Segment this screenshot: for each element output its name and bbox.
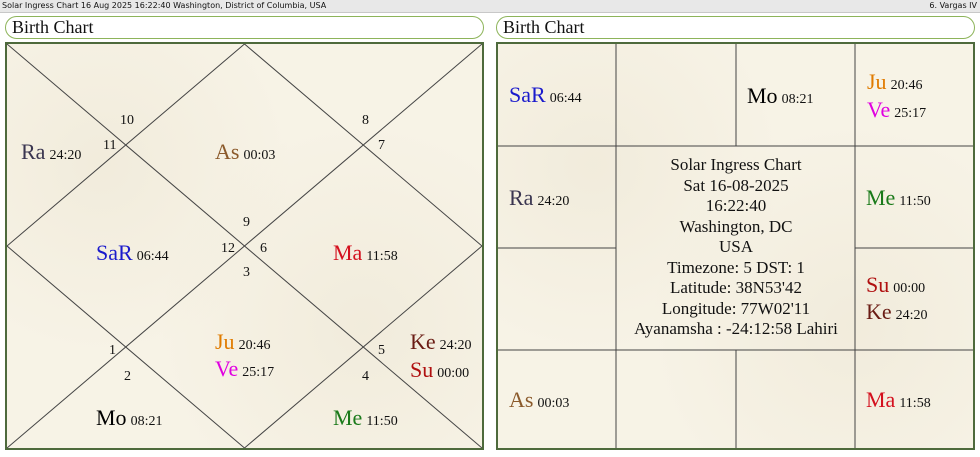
planet-ascendant-name: As [215, 139, 240, 164]
planet-moon-degree: 08:21 [130, 414, 163, 429]
planet-mars-name: Ma [333, 240, 363, 265]
south-planet-moon-name: Mo [747, 83, 778, 108]
south-planet-mars-degree: 11:58 [899, 396, 931, 411]
south-planet-sun[interactable]: Su 00:00 [866, 274, 925, 296]
planet-mercury-name: Me [333, 405, 363, 430]
planet-rahu[interactable]: Ra 24:20 [21, 141, 81, 163]
north-chart-panel: Birth Chart 1 2 3 4 5 6 7 8 9 10 11 12 R… [4, 15, 487, 452]
south-planet-venus-degree: 25:17 [894, 106, 927, 121]
north-chart-title: Birth Chart [5, 16, 484, 39]
house-number-4: 4 [362, 369, 369, 384]
info-time: 16:22:40 [705, 196, 767, 215]
south-planet-ascendant[interactable]: As 00:03 [509, 389, 569, 411]
planet-mercury-degree: 11:50 [366, 414, 398, 429]
house-number-8: 8 [362, 113, 369, 128]
planet-venus-name: Ve [215, 356, 239, 381]
house-number-9: 9 [243, 215, 250, 230]
south-planet-ketu-name: Ke [866, 299, 892, 324]
planet-jupiter-degree: 20:46 [238, 338, 271, 353]
info-place: Washington, DC [679, 216, 793, 236]
info-date: Sat 16-08-2025 [683, 175, 789, 195]
info-timezone: Timezone: 5 DST: 1 [667, 257, 805, 277]
planet-sun[interactable]: Su 00:00 [410, 359, 469, 381]
south-planet-ketu-degree: 24:20 [895, 308, 928, 323]
south-planet-saturn-r[interactable]: SaR 06:44 [509, 84, 582, 106]
south-planet-sun-degree: 00:00 [893, 281, 926, 296]
chart-caption: Solar Ingress Chart 16 Aug 2025 16:22:40… [2, 1, 327, 10]
south-planet-mars-name: Ma [866, 387, 896, 412]
planet-moon[interactable]: Mo 08:21 [96, 407, 162, 429]
south-chart-panel: Birth Chart SaR 06:44 Mo 08:21 Ju 20:46 … [495, 15, 976, 452]
north-chart-lines [7, 44, 482, 448]
planet-saturn-r-name: SaR [96, 240, 133, 265]
varga-selector[interactable]: 6. Vargas IV [929, 0, 977, 12]
planet-ketu-name: Ke [410, 329, 436, 354]
south-planet-jupiter-degree: 20:46 [890, 78, 923, 93]
planet-jupiter-name: Ju [215, 329, 235, 354]
house-number-7: 7 [378, 138, 385, 153]
south-planet-rahu[interactable]: Ra 24:20 [509, 187, 569, 209]
info-latitude: Latitude: 38N53'42 [670, 278, 802, 297]
planet-sun-degree: 00:00 [437, 366, 470, 381]
house-number-1: 1 [109, 343, 116, 358]
info-longitude: Longitude: 77W02'11 [661, 298, 811, 318]
title-bar: Solar Ingress Chart 16 Aug 2025 16:22:40… [0, 0, 980, 13]
south-planet-moon[interactable]: Mo 08:21 [747, 85, 813, 107]
south-planet-mercury-name: Me [866, 185, 896, 210]
south-planet-jupiter-name: Ju [867, 69, 887, 94]
south-planet-saturn-r-name: SaR [509, 82, 546, 107]
chart-info-block: Solar Ingress Chart Sat 16-08-2025 16:22… [616, 146, 856, 350]
planet-moon-name: Mo [96, 405, 127, 430]
house-number-3: 3 [243, 265, 250, 280]
planet-ketu[interactable]: Ke 24:20 [410, 331, 472, 353]
planet-jupiter[interactable]: Ju 20:46 [215, 331, 270, 353]
south-planet-moon-degree: 08:21 [781, 92, 814, 107]
south-planet-rahu-degree: 24:20 [537, 194, 570, 209]
south-planet-sun-name: Su [866, 272, 890, 297]
house-number-10: 10 [120, 113, 134, 128]
house-number-12: 12 [221, 241, 235, 256]
south-chart-title: Birth Chart [496, 16, 975, 39]
house-number-6: 6 [260, 241, 267, 256]
south-planet-rahu-name: Ra [509, 185, 534, 210]
south-planet-ascendant-degree: 00:03 [537, 396, 570, 411]
south-planet-mercury[interactable]: Me 11:50 [866, 187, 931, 209]
planet-mars-degree: 11:58 [366, 249, 398, 264]
south-planet-mars[interactable]: Ma 11:58 [866, 389, 931, 411]
house-number-5: 5 [378, 343, 385, 358]
info-chart-type: Solar Ingress Chart [670, 155, 802, 174]
planet-saturn-r-degree: 06:44 [136, 249, 169, 264]
info-ayanamsha: Ayanamsha : -24:12:58 Lahiri [634, 319, 838, 338]
south-planet-saturn-r-degree: 06:44 [549, 91, 582, 106]
planet-mars[interactable]: Ma 11:58 [333, 242, 398, 264]
planet-venus-degree: 25:17 [242, 365, 275, 380]
house-number-11: 11 [103, 138, 117, 153]
south-planet-mercury-degree: 11:50 [899, 194, 931, 209]
south-chart-board[interactable]: SaR 06:44 Mo 08:21 Ju 20:46 Ve 25:17 Ra … [496, 42, 975, 450]
planet-rahu-name: Ra [21, 139, 46, 164]
south-planet-ascendant-name: As [509, 387, 534, 412]
north-chart-board[interactable]: 1 2 3 4 5 6 7 8 9 10 11 12 Ra 24:20 As 0… [5, 42, 484, 450]
planet-mercury[interactable]: Me 11:50 [333, 407, 398, 429]
south-planet-jupiter[interactable]: Ju 20:46 [867, 71, 922, 93]
planet-ketu-degree: 24:20 [439, 338, 472, 353]
planet-ascendant-degree: 00:03 [243, 148, 276, 163]
house-number-2: 2 [124, 369, 131, 384]
south-planet-venus[interactable]: Ve 25:17 [867, 99, 926, 121]
south-planet-ketu[interactable]: Ke 24:20 [866, 301, 928, 323]
info-country: USA [718, 237, 753, 256]
planet-ascendant[interactable]: As 00:03 [215, 141, 275, 163]
planet-saturn-r[interactable]: SaR 06:44 [96, 242, 169, 264]
planet-sun-name: Su [410, 357, 434, 382]
planet-rahu-degree: 24:20 [49, 148, 82, 163]
planet-venus[interactable]: Ve 25:17 [215, 358, 274, 380]
south-planet-venus-name: Ve [867, 97, 891, 122]
